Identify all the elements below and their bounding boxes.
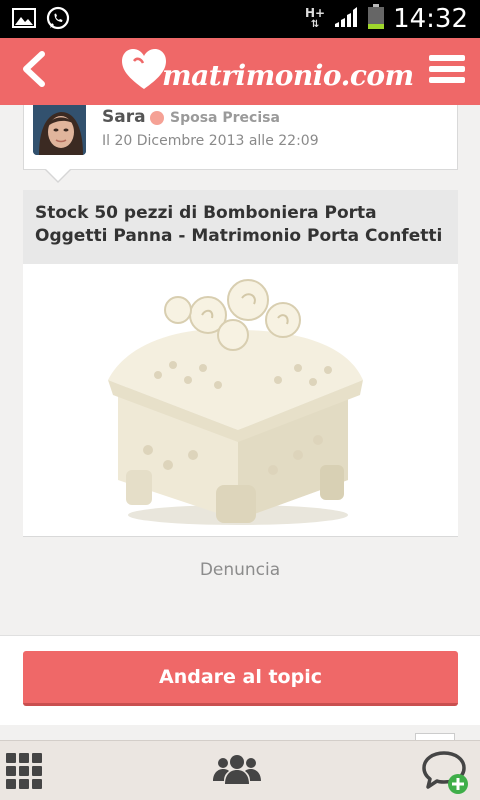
chevron-left-icon xyxy=(20,51,46,91)
network-type: H+ ⇅ xyxy=(304,6,326,30)
post-date: Il 20 Dicembre 2013 alle 22:09 xyxy=(102,133,319,149)
author-name[interactable]: Sara xyxy=(102,107,146,127)
post-image[interactable] xyxy=(98,270,373,528)
community-users-icon[interactable] xyxy=(212,753,262,789)
post-content: Sara Sposa Precisa Il 20 Dicembre 2013 a… xyxy=(0,105,480,635)
post-card: Stock 50 pezzi di Bomboniera Porta Ogget… xyxy=(23,190,458,537)
grid-menu-icon[interactable] xyxy=(6,753,44,789)
report-link[interactable]: Denuncia xyxy=(0,560,480,580)
author-card: Sara Sposa Precisa Il 20 Dicembre 2013 a… xyxy=(23,105,458,183)
new-chat-icon[interactable] xyxy=(422,749,470,795)
signal-icon xyxy=(333,5,359,33)
go-to-topic-button[interactable]: Andare al topic xyxy=(23,651,458,706)
menu-button[interactable] xyxy=(420,44,474,98)
user-level-badge xyxy=(150,111,164,125)
heart-logo-icon xyxy=(120,47,168,95)
logo-text: matrimonio.com xyxy=(162,58,414,92)
battery-icon xyxy=(367,4,385,34)
bottom-nav xyxy=(0,740,480,800)
app-bar: matrimonio.com xyxy=(0,38,480,105)
status-bar: H+ ⇅ 14:32 xyxy=(0,0,480,38)
gallery-icon xyxy=(12,8,36,32)
whatsapp-icon xyxy=(46,6,70,34)
clock: 14:32 xyxy=(393,4,468,34)
hamburger-menu-icon xyxy=(427,53,467,89)
avatar[interactable] xyxy=(33,105,86,155)
app-logo[interactable]: matrimonio.com xyxy=(120,46,414,96)
author-role: Sposa Precisa xyxy=(170,110,280,126)
back-button[interactable] xyxy=(6,44,60,98)
post-title: Stock 50 pezzi di Bomboniera Porta Ogget… xyxy=(23,190,458,264)
cta-area: Andare al topic xyxy=(0,635,480,725)
